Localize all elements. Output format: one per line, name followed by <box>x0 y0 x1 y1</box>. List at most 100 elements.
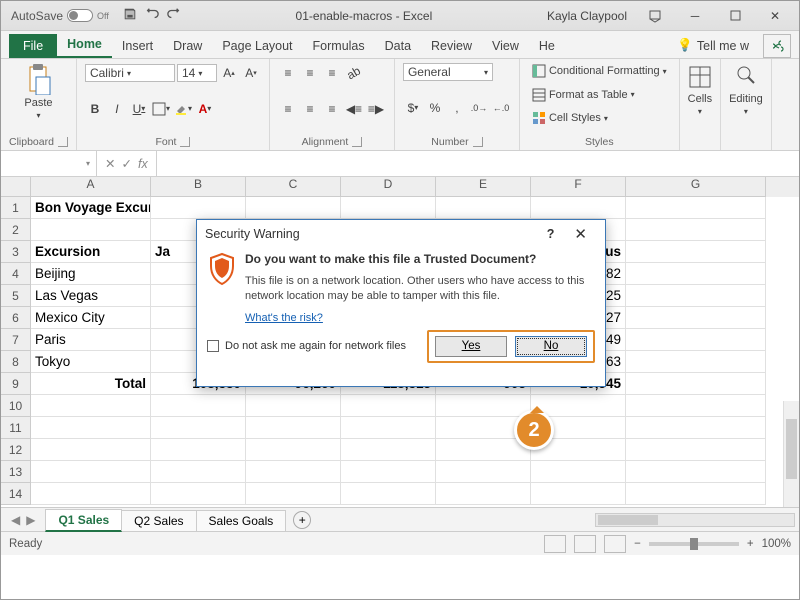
cell[interactable] <box>246 439 341 461</box>
currency-icon[interactable]: $▾ <box>403 98 423 118</box>
cell[interactable] <box>436 395 531 417</box>
cell[interactable] <box>31 461 151 483</box>
tab-review[interactable]: Review <box>421 35 482 58</box>
dialog-launcher-icon[interactable] <box>180 137 190 147</box>
cell[interactable]: Las Vegas <box>31 285 151 307</box>
cell[interactable] <box>341 417 436 439</box>
row-header[interactable]: 3 <box>1 241 31 263</box>
cell[interactable] <box>626 351 766 373</box>
comma-icon[interactable]: , <box>447 98 467 118</box>
col-header[interactable]: D <box>341 177 436 197</box>
cell[interactable] <box>31 395 151 417</box>
dialog-launcher-icon[interactable] <box>352 137 362 147</box>
cell[interactable] <box>531 197 626 219</box>
zoom-out-button[interactable]: − <box>634 538 641 550</box>
page-break-view-icon[interactable] <box>604 535 626 553</box>
cell[interactable] <box>626 241 766 263</box>
cell[interactable] <box>341 395 436 417</box>
cell[interactable] <box>341 439 436 461</box>
zoom-slider[interactable] <box>649 542 739 546</box>
cell[interactable] <box>151 395 246 417</box>
fill-color-button[interactable]: ▾ <box>173 99 193 119</box>
increase-decimal-icon[interactable]: .0→ <box>469 98 489 118</box>
cell[interactable]: Tokyo <box>31 351 151 373</box>
cell[interactable] <box>626 417 766 439</box>
decrease-decimal-icon[interactable]: ←.0 <box>491 98 511 118</box>
cell[interactable] <box>626 285 766 307</box>
increase-indent-icon[interactable]: ≡▶ <box>366 99 386 119</box>
underline-button[interactable]: U▾ <box>129 99 149 119</box>
sheet-tab-q1[interactable]: Q1 Sales <box>45 509 122 532</box>
tab-formulas[interactable]: Formulas <box>303 35 375 58</box>
minimize-button[interactable]: ─ <box>675 1 715 31</box>
dialog-launcher-icon[interactable] <box>58 137 68 147</box>
close-button[interactable]: ✕ <box>755 1 795 31</box>
cell-styles-button[interactable]: Cell Styles▾ <box>528 110 671 126</box>
row-header[interactable]: 7 <box>1 329 31 351</box>
tab-file[interactable]: File <box>9 34 57 58</box>
horizontal-scrollbar[interactable] <box>595 513 795 527</box>
cell[interactable]: Beijing <box>31 263 151 285</box>
row-header[interactable]: 8 <box>1 351 31 373</box>
redo-icon[interactable] <box>167 7 181 24</box>
col-header[interactable]: A <box>31 177 151 197</box>
cell[interactable] <box>436 439 531 461</box>
cell[interactable] <box>246 197 341 219</box>
cell[interactable] <box>531 483 626 505</box>
user-name[interactable]: Kayla Claypool <box>539 9 635 23</box>
dialog-risk-link[interactable]: What's the risk? <box>245 312 323 324</box>
zoom-in-button[interactable]: + <box>747 538 754 550</box>
cell[interactable] <box>31 483 151 505</box>
align-middle-icon[interactable]: ≡ <box>300 63 320 83</box>
undo-icon[interactable] <box>145 7 159 24</box>
col-header[interactable]: E <box>436 177 531 197</box>
cell[interactable] <box>246 483 341 505</box>
cell[interactable] <box>531 461 626 483</box>
cell[interactable] <box>31 219 151 241</box>
cell[interactable] <box>626 219 766 241</box>
cell[interactable] <box>31 417 151 439</box>
fx-icon[interactable]: fx <box>138 157 148 171</box>
save-icon[interactable] <box>123 7 137 24</box>
autosave-toggle[interactable]: AutoSave Off <box>5 9 115 23</box>
format-as-table-button[interactable]: Format as Table▾ <box>528 87 671 103</box>
align-left-icon[interactable]: ≡ <box>278 99 298 119</box>
cell[interactable] <box>626 483 766 505</box>
tab-insert[interactable]: Insert <box>112 35 163 58</box>
align-right-icon[interactable]: ≡ <box>322 99 342 119</box>
paste-button[interactable]: Paste ▾ <box>9 63 68 120</box>
cell[interactable] <box>626 373 766 395</box>
col-header[interactable]: C <box>246 177 341 197</box>
cell[interactable] <box>341 483 436 505</box>
cell[interactable] <box>626 307 766 329</box>
cell[interactable] <box>626 329 766 351</box>
tab-draw[interactable]: Draw <box>163 35 212 58</box>
cell[interactable] <box>626 395 766 417</box>
font-size-select[interactable]: 14▾ <box>177 64 217 82</box>
border-button[interactable]: ▾ <box>151 99 171 119</box>
row-header[interactable]: 12 <box>1 439 31 461</box>
cell[interactable] <box>436 461 531 483</box>
cell[interactable] <box>151 439 246 461</box>
enter-formula-icon[interactable]: ✓ <box>121 156 131 171</box>
cell[interactable] <box>151 197 246 219</box>
maximize-button[interactable] <box>715 1 755 31</box>
next-sheet-icon[interactable]: ▶ <box>26 513 35 527</box>
col-header[interactable]: F <box>531 177 626 197</box>
cell[interactable] <box>151 461 246 483</box>
cell[interactable]: Excursion <box>31 241 151 263</box>
conditional-formatting-button[interactable]: Conditional Formatting▾ <box>528 63 671 79</box>
row-header[interactable]: 14 <box>1 483 31 505</box>
cell[interactable] <box>341 461 436 483</box>
dialog-launcher-icon[interactable] <box>473 137 483 147</box>
cell[interactable]: Mexico City <box>31 307 151 329</box>
percent-icon[interactable]: % <box>425 98 445 118</box>
decrease-indent-icon[interactable]: ◀≡ <box>344 99 364 119</box>
cells-button[interactable]: Cells▾ <box>688 63 712 116</box>
number-format-select[interactable]: General▾ <box>403 63 493 81</box>
ribbon-options-icon[interactable] <box>635 1 675 31</box>
cell[interactable] <box>626 263 766 285</box>
cell[interactable] <box>151 483 246 505</box>
cell[interactable]: Paris <box>31 329 151 351</box>
tab-help[interactable]: He <box>529 35 565 58</box>
